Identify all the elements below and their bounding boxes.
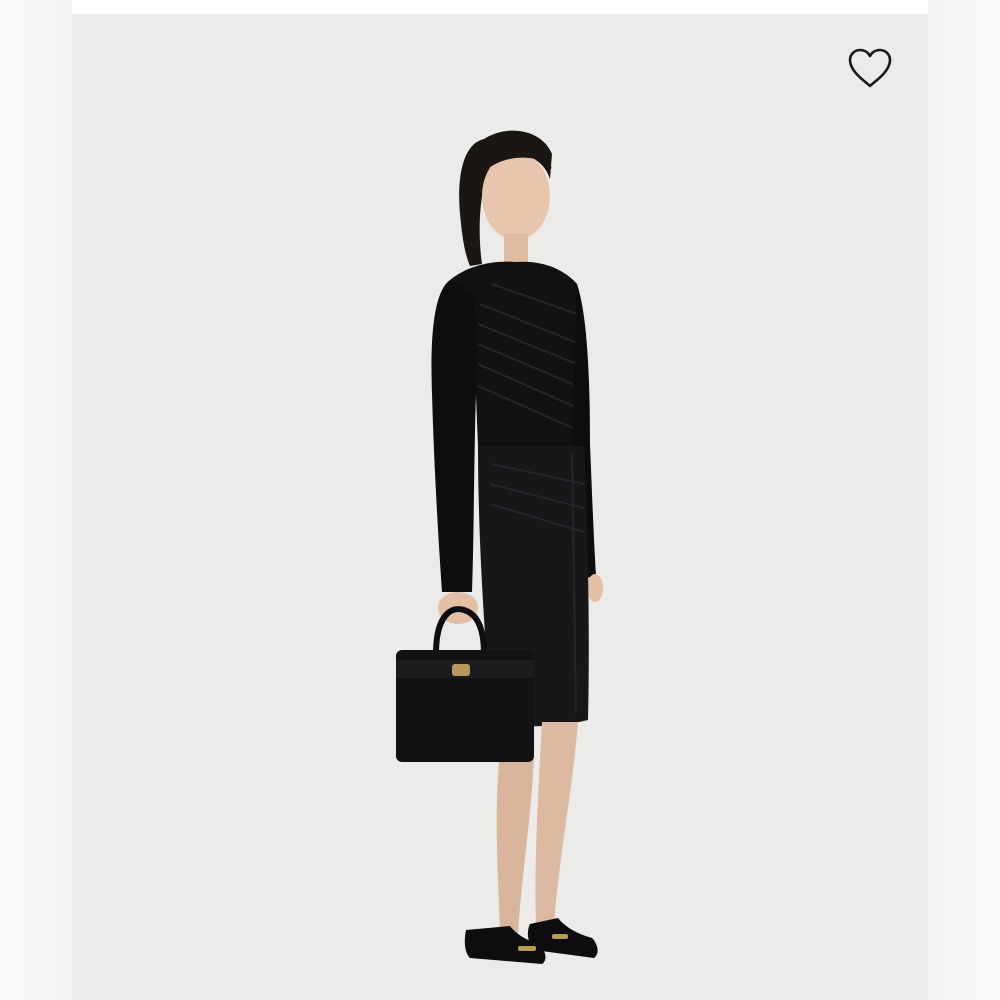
product-gallery-page (0, 0, 1000, 1000)
product-photo (396, 130, 603, 964)
heart-outline-icon (848, 48, 892, 88)
handbag-bow-clasp (452, 664, 470, 676)
product-image-panel[interactable] (72, 14, 928, 1000)
model-left-arm (431, 280, 477, 592)
gallery-right-margin (928, 0, 1000, 1000)
favorite-button[interactable] (842, 40, 898, 96)
gallery-left-margin (0, 0, 72, 1000)
